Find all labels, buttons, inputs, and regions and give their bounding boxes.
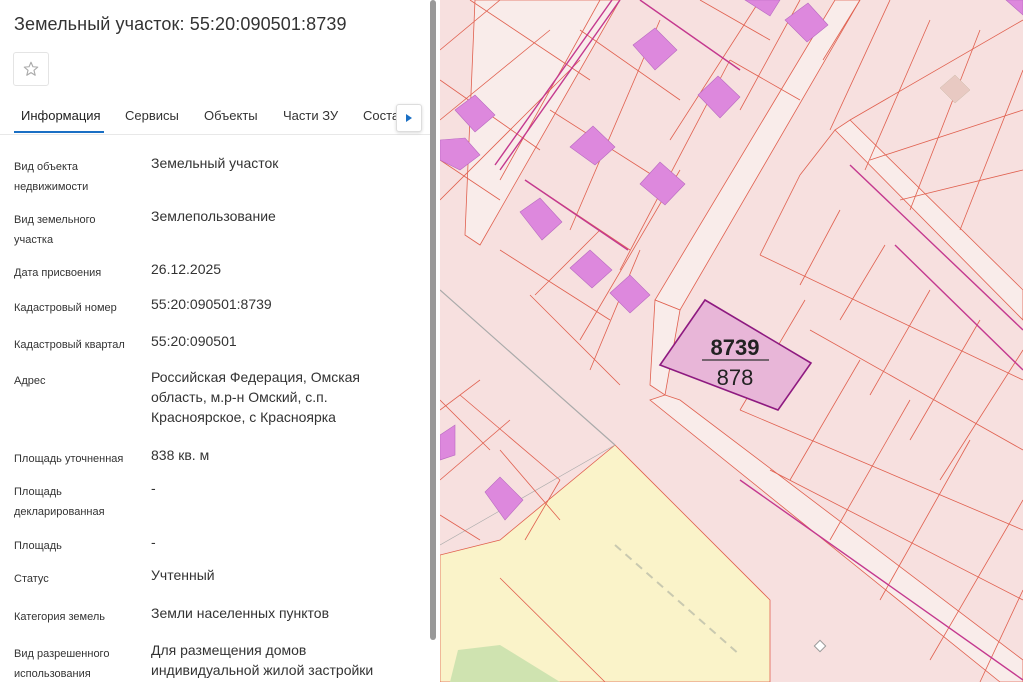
field-value: 55:20:090501:8739: [151, 296, 272, 312]
page-title: Земельный участок: 55:20:090501:8739: [14, 14, 347, 34]
field-label: Статус: [14, 573, 49, 585]
map-canvas: 8739 878: [440, 0, 1023, 682]
field-value: 26.12.2025: [151, 261, 222, 277]
tab-objects[interactable]: Объекты: [204, 108, 258, 123]
tab-composition[interactable]: Соста: [363, 108, 399, 123]
field-label: Кадастровый квартал: [14, 339, 125, 351]
field-value: Для размещения домов индивидуальной жило…: [151, 642, 374, 678]
field-label: Площадь декларированная: [14, 486, 105, 518]
tabs-next-button[interactable]: [396, 104, 422, 132]
triangle-right-icon: [406, 114, 412, 122]
road: [654, 0, 861, 311]
tab-bar: Информация Сервисы Объекты Части ЗУ Сост…: [0, 96, 430, 135]
tab-parts[interactable]: Части ЗУ: [283, 108, 338, 123]
field-value: Землепользование: [151, 208, 276, 224]
field-value: Земельный участок: [151, 155, 279, 171]
parcel-sub-number-label: 878: [717, 365, 754, 390]
field-label: Площадь уточненная: [14, 453, 124, 465]
active-tab-indicator: [14, 131, 104, 133]
field-value: -: [151, 534, 156, 550]
field-label: Адрес: [14, 375, 46, 387]
field-value: 838 кв. м: [151, 447, 210, 463]
field-value: Учтенный: [151, 567, 215, 583]
info-panel: Земельный участок: 55:20:090501:8739 Инф…: [0, 0, 440, 682]
road: [834, 119, 1023, 321]
field-value: 55:20:090501: [151, 333, 237, 349]
field-value: Земли населенных пунктов: [151, 605, 330, 621]
panel-scrollbar[interactable]: [430, 0, 436, 640]
field-label: Вид земельного участка: [14, 214, 96, 246]
favorite-button[interactable]: [13, 52, 49, 86]
field-label: Дата присвоения: [14, 267, 102, 279]
field-label: Вид объекта недвижимости: [14, 161, 89, 193]
field-label: Категория земель: [14, 611, 105, 623]
field-label: Вид разрешенного использования: [14, 648, 110, 680]
field-value: Российская Федерация, Омская область, м.…: [151, 369, 361, 425]
marker-icon: [813, 639, 827, 653]
tab-services[interactable]: Сервисы: [125, 108, 179, 123]
structure-grey: [939, 74, 971, 104]
parcel-number-label: 8739: [711, 335, 760, 360]
field-label: Площадь: [14, 540, 62, 552]
star-icon: [23, 61, 39, 76]
tab-information[interactable]: Информация: [21, 108, 101, 123]
cadastral-map[interactable]: 8739 878: [440, 0, 1023, 682]
field-value: -: [151, 480, 156, 496]
field-label: Кадастровый номер: [14, 302, 117, 314]
